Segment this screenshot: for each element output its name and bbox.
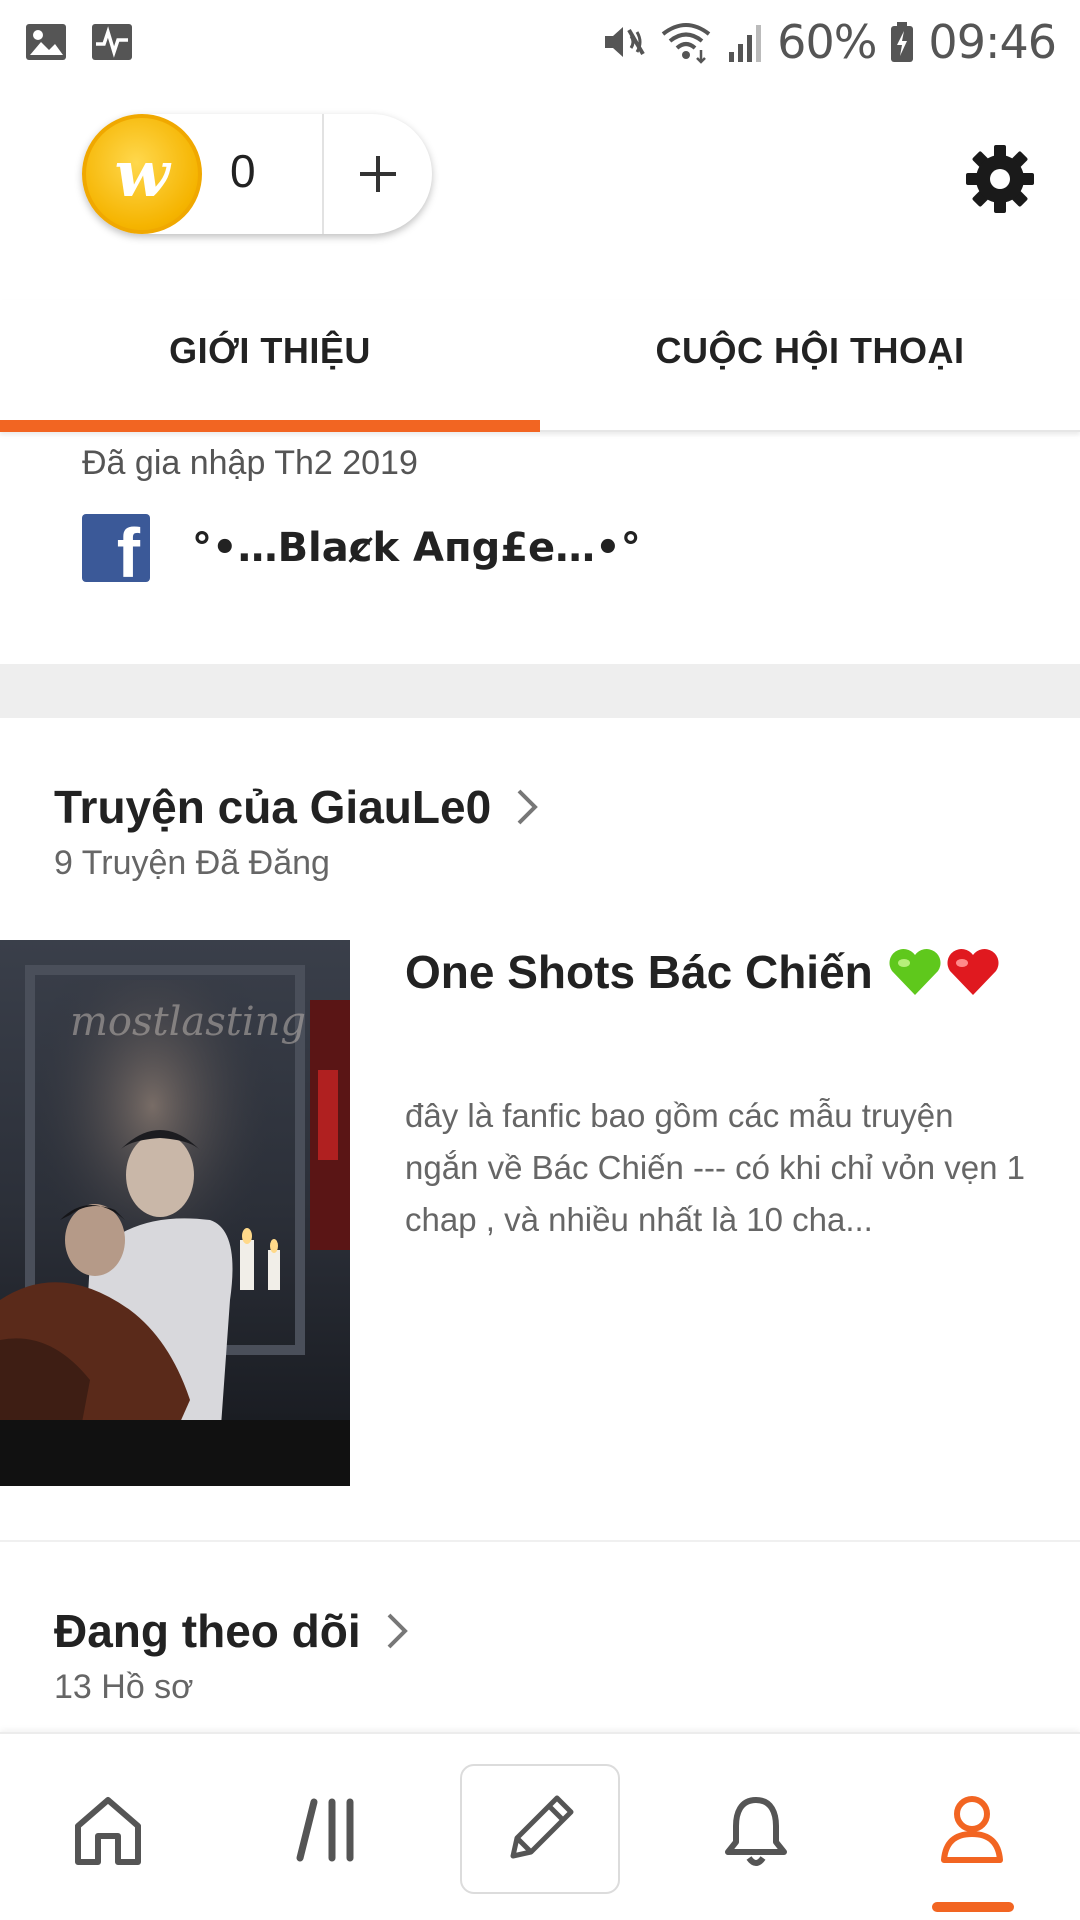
home-icon	[75, 1797, 141, 1865]
profile-header: w 0	[0, 84, 1080, 264]
nav-library[interactable]	[268, 1770, 388, 1890]
joined-date: Đã gia nhập Th2 2019	[82, 444, 418, 482]
activity-icon	[90, 22, 134, 62]
svg-text:mostlasting: mostlasting	[70, 999, 306, 1045]
red-heart-icon	[947, 948, 999, 995]
facebook-link[interactable]: f °•…Blaȼk Aпg£e…•°	[82, 514, 641, 582]
nav-profile[interactable]	[912, 1770, 1032, 1890]
active-nav-indicator	[932, 1902, 1014, 1912]
chevron-right-icon	[385, 1611, 409, 1651]
write-icon	[510, 1795, 574, 1859]
nav-write[interactable]	[460, 1764, 620, 1894]
tab-about[interactable]: GIỚI THIỆU	[0, 300, 540, 430]
bell-icon	[725, 1797, 787, 1866]
gear-icon	[966, 145, 1034, 213]
story-title[interactable]: One Shots Bác Chiến	[405, 945, 1001, 999]
nav-notifications[interactable]	[696, 1770, 816, 1890]
active-tab-indicator	[0, 420, 540, 432]
settings-button[interactable]	[960, 139, 1040, 219]
tab-conversations[interactable]: CUỘC HỘI THOẠI	[540, 300, 1080, 430]
coin-icon: w	[82, 114, 202, 234]
clock: 09:46	[928, 15, 1057, 69]
coin-count: 0	[230, 145, 256, 197]
add-coins-button[interactable]	[324, 114, 432, 234]
profile-icon	[941, 1796, 1003, 1863]
divider	[0, 1540, 1080, 1542]
section-separator	[0, 664, 1080, 718]
green-heart-icon	[889, 948, 941, 995]
bottom-navigation	[0, 1732, 1080, 1920]
mute-vibrate-icon	[599, 20, 647, 64]
gallery-icon	[24, 22, 68, 62]
chevron-right-icon	[515, 787, 539, 827]
story-description: đây là fanfic bao gồm các mẫu truyện ngắ…	[405, 1097, 1025, 1238]
profile-tabs: GIỚI THIỆU CUỘC HỘI THOẠI	[0, 300, 1080, 432]
battery-charging-icon	[888, 20, 916, 64]
coin-balance-pill[interactable]: w 0	[82, 114, 432, 234]
nav-home[interactable]	[48, 1770, 168, 1890]
battery-percentage: 60%	[777, 15, 877, 69]
library-icon	[296, 1798, 354, 1862]
wifi-icon	[659, 20, 713, 64]
following-count: 13 Hồ sơ	[54, 1668, 194, 1706]
facebook-name: °•…Blaȼk Aпg£e…•°	[192, 525, 641, 571]
story-cover-image[interactable]: mostlasting	[0, 940, 350, 1486]
signal-icon	[725, 20, 765, 64]
following-section-title[interactable]: Đang theo dõi	[54, 1604, 409, 1658]
facebook-icon: f	[82, 514, 150, 582]
stories-count: 9 Truyện Đã Đăng	[54, 844, 330, 882]
stories-section-title[interactable]: Truyện của GiauLe0	[54, 780, 539, 834]
status-bar: 60% 09:46	[0, 0, 1080, 84]
plus-icon	[360, 156, 396, 192]
